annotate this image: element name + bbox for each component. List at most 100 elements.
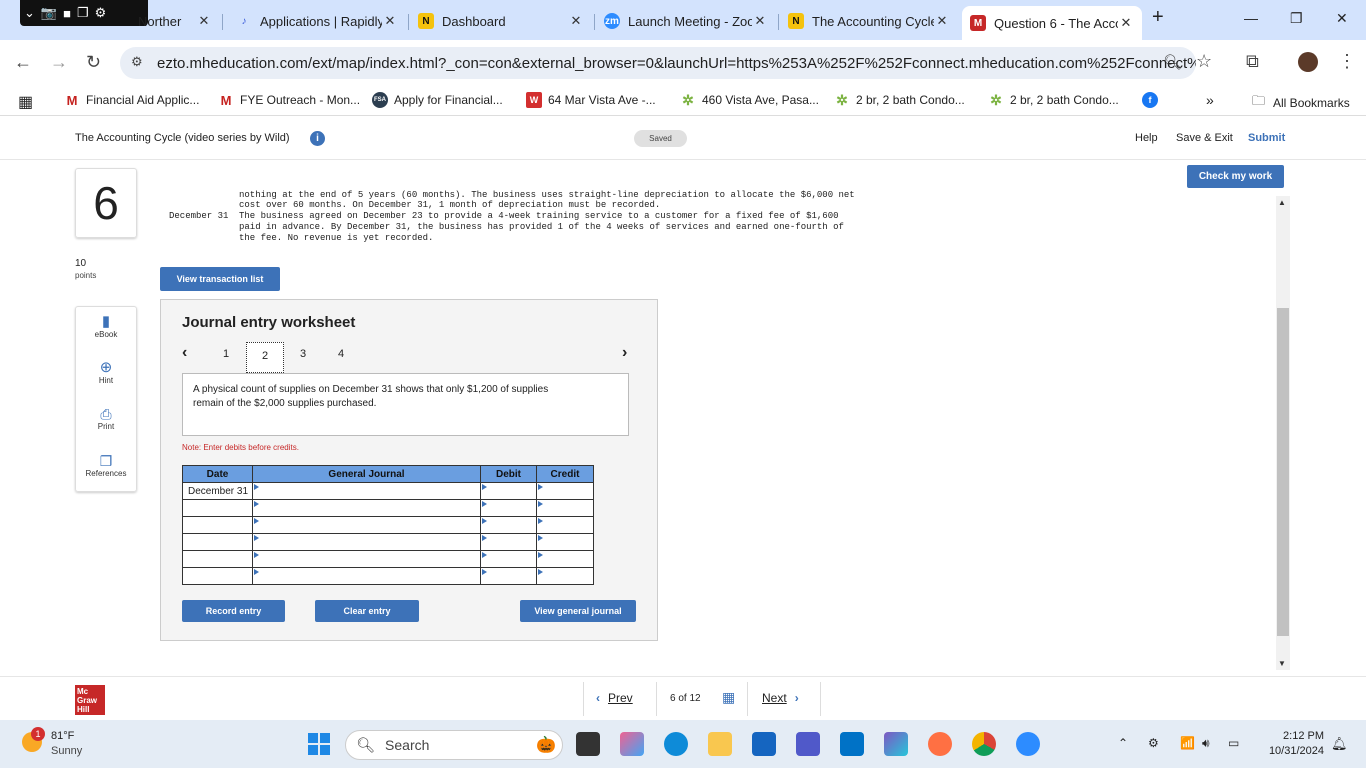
bookmark-financial-aid[interactable]: M Financial Aid Applic...: [64, 92, 200, 108]
battery-icon[interactable]: ▭: [1228, 736, 1239, 750]
scrollbar-thumb[interactable]: [1277, 308, 1289, 636]
clear-entry-button[interactable]: Clear entry: [315, 600, 419, 622]
account-input[interactable]: [252, 550, 481, 568]
app-icon[interactable]: [884, 732, 908, 756]
credit-input[interactable]: [536, 516, 594, 534]
credit-input[interactable]: [536, 499, 594, 517]
references-tool[interactable]: ❐ References: [75, 453, 137, 478]
back-icon[interactable]: ←: [14, 52, 32, 73]
minimize-button[interactable]: —: [1244, 10, 1258, 26]
account-input[interactable]: [252, 499, 481, 517]
more-bookmarks-button[interactable]: »: [1206, 92, 1214, 108]
forward-icon[interactable]: →: [50, 52, 68, 73]
close-icon[interactable]: ✕: [568, 13, 584, 29]
capture-toolbar[interactable]: ⌄ 📷 ■ ❐ ⚙: [20, 0, 148, 26]
restore-button[interactable]: ❐: [1290, 10, 1303, 27]
clock-time[interactable]: 2:12 PM: [1262, 730, 1324, 742]
menu-dots-icon[interactable]: ⋮: [1338, 51, 1356, 72]
page-tab-4[interactable]: 4: [338, 348, 344, 360]
close-icon[interactable]: ✕: [1118, 15, 1134, 31]
file-explorer-icon[interactable]: [708, 732, 732, 756]
record-entry-button[interactable]: Record entry: [182, 600, 285, 622]
account-input[interactable]: [252, 482, 481, 500]
tab-zoom[interactable]: zm Launch Meeting - Zoom ✕: [596, 6, 776, 36]
outlook-icon[interactable]: [840, 732, 864, 756]
debit-input[interactable]: [480, 533, 537, 551]
view-transaction-list-button[interactable]: View transaction list: [160, 267, 280, 291]
account-input[interactable]: [252, 516, 481, 534]
bookmark-facebook[interactable]: f: [1142, 92, 1164, 108]
apps-grid-icon[interactable]: ▦: [18, 92, 33, 112]
print-tool[interactable]: ⎙ Print: [75, 406, 137, 431]
address-bar[interactable]: ezto.mheducation.com/ext/map/index.html?…: [120, 47, 1196, 79]
gear-icon[interactable]: ⚙: [95, 5, 107, 21]
page-tab-2-active[interactable]: 2: [246, 342, 284, 373]
tab-northern[interactable]: Norther ✕: [130, 6, 220, 36]
window-icon[interactable]: ❐: [77, 5, 89, 21]
extensions-icon[interactable]: ⧉: [1246, 51, 1259, 72]
page-tab-1[interactable]: 1: [223, 348, 229, 360]
view-general-journal-button[interactable]: View general journal: [520, 600, 636, 622]
close-icon[interactable]: ✕: [752, 13, 768, 29]
bookmark-fye-outreach[interactable]: M FYE Outreach - Mon...: [218, 92, 360, 108]
reload-icon[interactable]: ↻: [86, 52, 101, 73]
chevron-right-icon[interactable]: ›: [622, 344, 627, 362]
tab-applications[interactable]: ♪ Applications | Rapidly ✕: [228, 6, 406, 36]
teams-icon[interactable]: [796, 732, 820, 756]
account-input[interactable]: [252, 533, 481, 551]
hint-tool[interactable]: ⊕ Hint: [75, 360, 137, 386]
bookmark-condo-1[interactable]: ✲ 2 br, 2 bath Condo...: [834, 92, 965, 108]
taskbar-search[interactable]: 🔍︎ Search 🎃: [345, 730, 563, 760]
chrome-icon[interactable]: [972, 732, 996, 756]
bookmark-460-vista[interactable]: ✲ 460 Vista Ave, Pasa...: [680, 92, 819, 108]
close-icon[interactable]: ✕: [382, 13, 398, 29]
firefox-icon[interactable]: [928, 732, 952, 756]
edge-icon[interactable]: [664, 732, 688, 756]
windows-start-icon[interactable]: [308, 733, 330, 755]
camera-icon[interactable]: 📷: [41, 5, 57, 21]
tab-dashboard[interactable]: N Dashboard ✕: [410, 6, 592, 36]
bookmark-condo-2[interactable]: ✲ 2 br, 2 bath Condo...: [988, 92, 1119, 108]
task-view-icon[interactable]: [576, 732, 600, 756]
tab-question-6[interactable]: M Question 6 - The Accounting ✕: [962, 6, 1142, 40]
close-icon[interactable]: ✕: [934, 13, 950, 29]
clock-date[interactable]: 10/31/2024: [1258, 745, 1324, 757]
prev-button[interactable]: ‹ Prev: [596, 691, 633, 705]
debit-input[interactable]: [480, 567, 537, 585]
tab-accounting-cycle[interactable]: N The Accounting Cycle ✕: [780, 6, 958, 36]
ebook-tool[interactable]: ▮ eBook: [75, 314, 137, 340]
close-icon[interactable]: ✕: [196, 13, 212, 29]
credit-input[interactable]: [536, 550, 594, 568]
account-input[interactable]: [252, 567, 481, 585]
close-window-button[interactable]: ✕: [1336, 10, 1348, 27]
help-link[interactable]: Help: [1135, 132, 1158, 144]
debit-input[interactable]: [480, 499, 537, 517]
question-grid-icon[interactable]: ▦: [722, 689, 735, 706]
star-icon[interactable]: ☆: [1196, 51, 1212, 72]
credit-input[interactable]: [536, 567, 594, 585]
submit-link[interactable]: Submit: [1248, 132, 1285, 144]
chevron-left-icon[interactable]: ‹: [182, 344, 187, 362]
info-icon[interactable]: i: [310, 131, 325, 146]
bell-icon[interactable]: 🔔︎: [1331, 736, 1348, 752]
debit-input[interactable]: [480, 482, 537, 500]
video-icon[interactable]: ■: [63, 6, 71, 21]
network-badge-icon[interactable]: ⚙: [1148, 736, 1159, 750]
volume-icon[interactable]: 🔊︎: [1202, 736, 1210, 751]
new-tab-button[interactable]: +: [1152, 6, 1164, 29]
bookmark-64-mar-vista[interactable]: W 64 Mar Vista Ave -...: [526, 92, 656, 108]
bookmark-fsa[interactable]: FSA Apply for Financial...: [372, 92, 503, 108]
store-icon[interactable]: [752, 732, 776, 756]
all-bookmarks-button[interactable]: 🗀 All Bookmarks: [1252, 92, 1350, 114]
scroll-up-icon[interactable]: ▲: [1278, 198, 1286, 207]
page-tab-3[interactable]: 3: [300, 348, 306, 360]
credit-input[interactable]: [536, 482, 594, 500]
chevron-down-icon[interactable]: ⌄: [24, 5, 35, 21]
copilot-icon[interactable]: [620, 732, 644, 756]
debit-input[interactable]: [480, 516, 537, 534]
debit-input[interactable]: [480, 550, 537, 568]
next-button[interactable]: Next ›: [762, 691, 799, 705]
save-exit-link[interactable]: Save & Exit: [1176, 132, 1233, 144]
tray-chevron-icon[interactable]: ⌃: [1118, 736, 1128, 750]
site-settings-icon[interactable]: ⚙: [131, 54, 143, 70]
